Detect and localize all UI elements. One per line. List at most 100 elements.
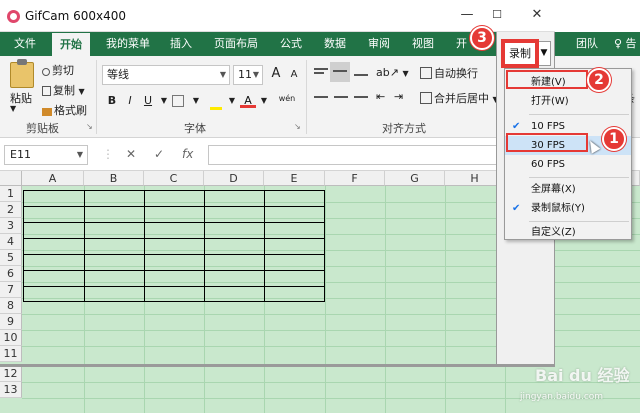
tab-team[interactable]: 团队 — [576, 32, 598, 56]
formula-input[interactable] — [208, 145, 498, 165]
tab-formulas[interactable]: 公式 — [280, 32, 302, 56]
bottom-align-icon[interactable] — [354, 74, 368, 76]
row-header-13[interactable]: 13 — [0, 382, 22, 398]
underline-dropdown-icon[interactable]: ▼ — [156, 92, 172, 110]
phonetic-button[interactable]: wén — [276, 90, 298, 108]
window-title: GifCam 600x400 — [25, 9, 127, 23]
column-header-e[interactable]: E — [264, 171, 325, 186]
minimize-button[interactable]: — — [456, 5, 478, 25]
font-size-select[interactable]: 11 ▼ — [233, 65, 263, 85]
font-launcher-icon[interactable]: ↘ — [294, 122, 301, 131]
menu-item-fullscreen[interactable]: 全屏幕(X) — [505, 180, 631, 199]
row-header-12[interactable]: 12 — [0, 366, 22, 382]
checkmark-icon: ✔ — [512, 203, 521, 214]
menu-item-custom[interactable]: 自定义(Z) — [505, 223, 631, 242]
grid-line — [445, 186, 446, 413]
tab-review[interactable]: 审阅 — [368, 32, 390, 56]
tab-page-layout[interactable]: 页面布局 — [214, 32, 258, 56]
format-painter-button[interactable]: 格式刷 — [42, 102, 87, 118]
row-header-9[interactable]: 9 — [0, 314, 22, 330]
cancel-icon[interactable]: ✕ — [126, 147, 136, 161]
insert-function-icon[interactable]: fx — [182, 147, 193, 161]
bold-button[interactable]: B — [104, 92, 120, 110]
table-border — [23, 206, 325, 207]
scissors-icon — [42, 68, 50, 76]
align-right-icon[interactable] — [354, 96, 368, 98]
wrap-text-icon — [420, 67, 432, 79]
maximize-button[interactable]: ☐ — [486, 5, 508, 25]
menu-item-open[interactable]: 打开(W) — [505, 92, 631, 111]
row-header-7[interactable]: 7 — [0, 282, 22, 298]
row-header-10[interactable]: 10 — [0, 330, 22, 346]
tab-home[interactable]: 开始 — [52, 32, 90, 56]
name-box[interactable]: E11 ▼ — [4, 145, 88, 165]
record-dropdown-button[interactable]: ▼ — [537, 41, 551, 66]
tab-developer[interactable]: 开 — [456, 32, 467, 56]
fill-color-button[interactable] — [208, 92, 224, 110]
table-border — [23, 270, 325, 271]
formula-bar-more-icon[interactable]: ⋮ — [102, 147, 114, 161]
tab-file[interactable]: 文件 — [14, 32, 36, 56]
enter-icon[interactable]: ✓ — [154, 147, 164, 161]
clipboard-launcher-icon[interactable]: ↘ — [86, 122, 93, 131]
column-header-f[interactable]: F — [325, 171, 385, 186]
tab-view[interactable]: 视图 — [412, 32, 434, 56]
increase-indent-icon[interactable]: ⇥ — [394, 90, 403, 103]
table-border — [23, 254, 325, 255]
italic-button[interactable]: I — [122, 92, 138, 110]
copy-button[interactable]: 复制 ▼ — [42, 82, 85, 98]
table-border — [23, 222, 325, 223]
fill-dropdown-icon[interactable]: ▼ — [224, 92, 240, 110]
clipboard-group-label: 剪贴板 — [26, 122, 59, 135]
paste-icon[interactable] — [10, 59, 34, 88]
align-center-icon[interactable] — [334, 96, 348, 98]
tab-data[interactable]: 数据 — [324, 32, 346, 56]
align-left-icon[interactable] — [314, 96, 328, 98]
menu-separator — [529, 177, 629, 178]
column-header-g[interactable]: G — [385, 171, 445, 186]
column-header-b[interactable]: B — [84, 171, 144, 186]
row-header-11[interactable]: 11 — [0, 346, 22, 362]
font-color-button[interactable]: A — [240, 92, 256, 108]
screenshot: GifCam 600x400 — ☐ ✕ 文件 开始 我的菜单 插入 页面布局 … — [0, 0, 640, 413]
select-all-corner[interactable] — [0, 171, 22, 186]
font-name-select[interactable]: 等线 ▼ — [102, 65, 230, 85]
tab-my-menu[interactable]: 我的菜单 — [106, 32, 150, 56]
paste-dropdown-icon[interactable]: ▼ — [10, 104, 16, 113]
column-header-c[interactable]: C — [144, 171, 204, 186]
highlight-30fps — [506, 133, 588, 152]
row-header-3[interactable]: 3 — [0, 218, 22, 234]
borders-dropdown-icon[interactable]: ▼ — [188, 92, 204, 110]
middle-align-icon — [333, 70, 347, 72]
column-header-d[interactable]: D — [204, 171, 264, 186]
decrease-indent-icon[interactable]: ⇤ — [376, 90, 385, 103]
row-header-2[interactable]: 2 — [0, 202, 22, 218]
row-header-4[interactable]: 4 — [0, 234, 22, 250]
shrink-font-button[interactable]: A — [286, 66, 302, 84]
menu-item-60fps[interactable]: 60 FPS — [505, 155, 631, 174]
wrap-text-button[interactable]: 自动换行 — [420, 65, 478, 81]
highlight-record — [501, 39, 539, 68]
column-header-a[interactable]: A — [22, 171, 84, 186]
menu-separator — [529, 114, 629, 115]
underline-button[interactable]: U — [140, 92, 156, 110]
tab-insert[interactable]: 插入 — [170, 32, 192, 56]
close-button[interactable]: ✕ — [526, 5, 548, 25]
orientation-button[interactable]: ab↗ ▼ — [376, 66, 409, 79]
cut-button[interactable]: 剪切 — [42, 62, 74, 78]
grid-line — [325, 186, 326, 413]
row-header-5[interactable]: 5 — [0, 250, 22, 266]
top-align-icon[interactable] — [314, 68, 328, 70]
title-bar: GifCam 600x400 — ☐ ✕ — [0, 0, 555, 32]
record-menu: 新建(V) 打开(W) ✔ 10 FPS 30 FPS 60 FPS 全屏幕(X)… — [504, 68, 632, 240]
borders-icon[interactable] — [172, 95, 184, 107]
middle-align-active[interactable] — [330, 62, 350, 82]
row-header-8[interactable]: 8 — [0, 298, 22, 314]
grow-font-button[interactable]: A — [268, 65, 284, 83]
merge-center-button[interactable]: 合并后居中 ▼ — [420, 90, 499, 106]
font-color-dropdown-icon[interactable]: ▼ — [256, 92, 272, 110]
row-header-1[interactable]: 1 — [0, 186, 22, 202]
row-header-6[interactable]: 6 — [0, 266, 22, 282]
tab-tell-me[interactable]: ♀ 告 — [614, 32, 637, 56]
menu-item-record-mouse[interactable]: ✔ 录制鼠标(Y) — [505, 199, 631, 218]
